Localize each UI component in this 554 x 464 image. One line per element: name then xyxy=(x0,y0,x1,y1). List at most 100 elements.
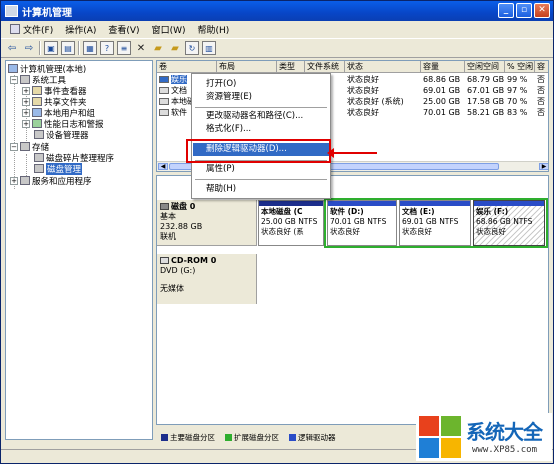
menu-separator xyxy=(195,179,327,180)
menu-view[interactable]: 查看(V) xyxy=(103,22,144,36)
menu-window[interactable]: 窗口(W) xyxy=(147,22,191,36)
list-icon[interactable]: ≡ xyxy=(117,41,131,55)
forward-icon[interactable]: ⇨ xyxy=(22,41,36,55)
back-icon[interactable]: ⇦ xyxy=(5,41,19,55)
col-status[interactable]: 状态 xyxy=(345,61,421,73)
computer-icon xyxy=(5,5,18,17)
collapse-icon[interactable]: − xyxy=(10,75,18,84)
scroll-left-icon[interactable]: ◀ xyxy=(158,163,168,170)
partition-c[interactable]: 本地磁盘 (C 25.00 GB NTFS 状态良好 (系 xyxy=(258,200,324,246)
tree-defrag[interactable]: 磁盘碎片整理程序 xyxy=(34,152,114,164)
defrag-icon xyxy=(34,153,44,162)
menu-item-explore[interactable]: 资源管理(E) xyxy=(193,91,329,104)
show-tree-icon[interactable]: ▤ xyxy=(61,41,75,55)
scroll-right-icon[interactable]: ▶ xyxy=(539,163,548,170)
col-pct-free[interactable]: % 空闲 xyxy=(505,61,535,73)
minimize-button[interactable]: _ xyxy=(498,3,514,18)
menu-item-format[interactable]: 格式化(F)... xyxy=(193,123,329,136)
expand-icon[interactable]: + xyxy=(22,86,30,95)
partition-d[interactable]: 软件 (D:) 70.01 GB NTFS 状态良好 xyxy=(327,200,397,246)
tree-system-tools[interactable]: − 系统工具 xyxy=(10,74,66,86)
primary-partition-strip xyxy=(259,201,323,206)
volume-icon xyxy=(159,98,169,105)
expand-icon[interactable]: + xyxy=(10,176,18,185)
legend-logical: 逻辑驱动器 xyxy=(289,432,336,443)
tree-services[interactable]: + 服务和应用程序 xyxy=(10,175,92,187)
device-manager-icon xyxy=(34,130,44,139)
toolbar: ⇦ ⇨ ▣ ▤ ▦ ? ≡ ✕ ▰ ▰ ↻ ▥ xyxy=(1,38,553,58)
context-menu: 打开(O) 资源管理(E) 更改驱动器名和路径(C)... 格式化(F)... … xyxy=(191,73,331,199)
menu-item-help[interactable]: 帮助(H) xyxy=(193,183,329,196)
menu-item-change-letter[interactable]: 更改驱动器名和路径(C)... xyxy=(193,110,329,123)
volume-icon xyxy=(159,87,169,94)
computer-management-window: 计算机管理 _ ▫ ✕ 文件(F) 操作(A) 查看(V) 窗口(W) 帮助(H… xyxy=(0,0,554,464)
windows-logo-icon xyxy=(418,415,462,459)
services-icon xyxy=(20,176,30,185)
console-tree: 计算机管理(本地) − 系统工具 + 事件查看器 + 共享文件夹 + 本地用户和… xyxy=(5,60,153,440)
col-free[interactable]: 空闲空间 xyxy=(465,61,505,73)
shared-folder-icon xyxy=(32,97,42,106)
volume-icon xyxy=(159,109,169,116)
tree-device-manager[interactable]: 设备管理器 xyxy=(34,129,89,141)
event-viewer-icon xyxy=(32,86,42,95)
volume-icon xyxy=(159,76,169,83)
logical-drive-strip xyxy=(400,201,470,206)
col-filesystem[interactable]: 文件系统 xyxy=(305,61,345,73)
legend-extended: 扩展磁盘分区 xyxy=(225,432,279,443)
toolbar-separator xyxy=(78,41,80,55)
toolbar-separator xyxy=(39,41,41,55)
tree-storage[interactable]: − 存储 xyxy=(10,141,49,153)
properties-icon[interactable]: ▦ xyxy=(83,41,97,55)
expand-icon[interactable]: + xyxy=(22,108,30,117)
tree-root[interactable]: 计算机管理(本地) xyxy=(8,63,86,75)
menu-help[interactable]: 帮助(H) xyxy=(193,22,235,36)
restore-button[interactable]: ▫ xyxy=(516,3,532,18)
expand-icon[interactable]: + xyxy=(22,97,30,106)
partition-f[interactable]: 娱乐 (F:) 68.86 GB NTFS 状态良好 xyxy=(473,200,545,246)
list-header: 卷 布局 类型 文件系统 状态 容量 空闲空间 % 空闲 容 xyxy=(157,61,548,73)
col-volume[interactable]: 卷 xyxy=(157,61,217,73)
tree-shared-folders[interactable]: + 共享文件夹 xyxy=(22,96,87,108)
menu-item-properties[interactable]: 属性(P) xyxy=(193,163,329,176)
title-bar: 计算机管理 _ ▫ ✕ xyxy=(1,1,553,21)
computer-icon xyxy=(8,64,18,73)
col-capacity[interactable]: 容量 xyxy=(421,61,465,73)
primary-swatch xyxy=(161,434,168,441)
menu-item-open[interactable]: 打开(O) xyxy=(193,78,329,91)
disk0-card[interactable]: 磁盘 0 基本 232.88 GB 联机 xyxy=(157,200,257,246)
refresh-icon[interactable]: ↻ xyxy=(185,41,199,55)
tree-disk-management[interactable]: 磁盘管理 xyxy=(34,162,83,175)
open-icon[interactable]: ▰ xyxy=(151,41,165,55)
logical-swatch xyxy=(289,434,296,441)
logical-drive-strip xyxy=(474,201,544,206)
collapse-icon[interactable]: − xyxy=(10,142,18,151)
tree-local-users[interactable]: + 本地用户和组 xyxy=(22,107,95,119)
window-menu-icon xyxy=(10,24,20,34)
users-icon xyxy=(32,108,42,117)
menu-action[interactable]: 操作(A) xyxy=(60,22,101,36)
expand-icon[interactable]: + xyxy=(22,119,30,128)
annotation-arrow-icon xyxy=(327,148,377,158)
tree-event-viewer[interactable]: + 事件查看器 xyxy=(22,85,87,97)
col-type[interactable]: 类型 xyxy=(277,61,305,73)
extended-swatch xyxy=(225,434,232,441)
partition-e[interactable]: 文档 (E:) 69.01 GB NTFS 状态良好 xyxy=(399,200,471,246)
watermark: 系统大全 www.XP85.com xyxy=(416,413,552,461)
col-layout[interactable]: 布局 xyxy=(217,61,277,73)
cdrom-card[interactable]: CD-ROM 0 DVD (G:) 无媒体 xyxy=(157,254,257,304)
col-fault[interactable]: 容 xyxy=(535,61,548,73)
export-icon[interactable]: ▰ xyxy=(168,41,182,55)
annotation-highlight-box xyxy=(186,139,331,163)
watermark-title: 系统大全 xyxy=(466,420,543,444)
view-icon[interactable]: ▥ xyxy=(202,41,216,55)
menu-file[interactable]: 文件(F) xyxy=(5,22,58,36)
watermark-url: www.XP85.com xyxy=(472,445,538,455)
performance-icon xyxy=(32,119,42,128)
tools-icon xyxy=(20,75,30,84)
close-button[interactable]: ✕ xyxy=(534,3,550,18)
up-icon[interactable]: ▣ xyxy=(44,41,58,55)
delete-icon[interactable]: ✕ xyxy=(134,41,148,55)
help-icon[interactable]: ? xyxy=(100,41,114,55)
menu-separator xyxy=(195,107,327,108)
tree-perf-logs[interactable]: + 性能日志和警报 xyxy=(22,118,104,130)
